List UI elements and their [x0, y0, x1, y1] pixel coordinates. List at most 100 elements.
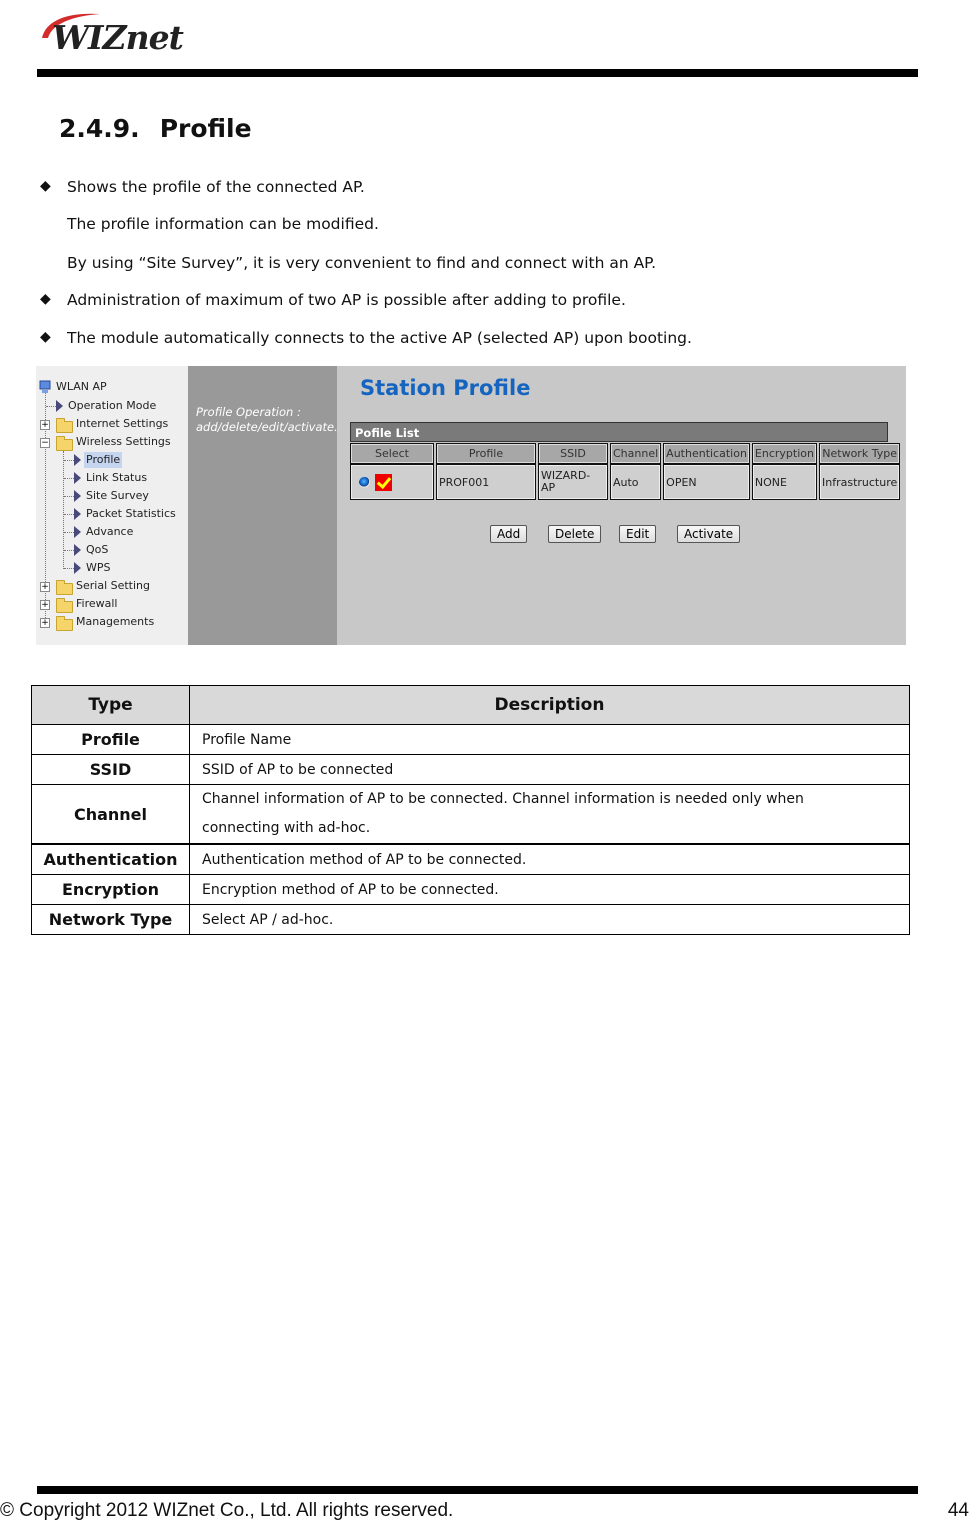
row-description: SSID of AP to be connected — [189, 754, 910, 785]
wiznet-logo: WIZnet — [38, 10, 198, 60]
station-profile-panel: Station Profile Pofile List Select Profi… — [337, 366, 906, 645]
page-arrow-icon — [74, 544, 81, 556]
page-arrow-icon — [74, 490, 81, 502]
tree-item-label: Serial Setting — [76, 579, 151, 592]
active-checkmark-icon — [375, 473, 392, 491]
table-row: Encryption Encryption method of AP to be… — [31, 874, 910, 905]
folder-icon — [56, 418, 73, 433]
hint-line: Profile Operation : — [196, 405, 301, 419]
profile-row[interactable]: PROF001 WIZARD- AP Auto OPEN NONE Infras… — [350, 464, 901, 500]
select-cell — [350, 464, 434, 500]
tree-item-wireless-settings[interactable]: Wireless Settings — [76, 434, 171, 450]
ssid-cell: WIZARD- AP — [538, 464, 608, 500]
bullet-text: By using “Site Survey”, it is very conve… — [67, 254, 657, 272]
operation-hint-panel: Profile Operation : add/delete/edit/acti… — [188, 366, 338, 645]
column-header-network-type: Network Type — [818, 443, 901, 464]
tree-line — [64, 568, 74, 569]
tree-line — [63, 451, 64, 569]
computer-icon — [39, 380, 51, 393]
page-arrow-icon — [74, 454, 81, 466]
tree-item-internet-settings[interactable]: Internet Settings — [76, 416, 168, 432]
page-arrow-icon — [56, 400, 63, 412]
logo-wordmark: WIZnet — [52, 18, 184, 57]
bullet-text: Shows the profile of the connected AP. — [67, 178, 365, 196]
expand-plus-icon[interactable]: + — [40, 618, 50, 628]
tree-item-firewall[interactable]: Firewall — [76, 596, 117, 612]
page-number: 44 — [947, 1500, 969, 1521]
station-profile-title: Station Profile — [360, 376, 531, 400]
expand-plus-icon[interactable]: + — [40, 600, 50, 610]
page-arrow-icon — [74, 472, 81, 484]
tree-item-label: Wireless Settings — [76, 435, 171, 448]
row-description-line: connecting with ad-hoc. — [202, 820, 371, 836]
delete-button[interactable]: Delete — [548, 525, 602, 543]
expand-plus-icon[interactable]: + — [40, 582, 50, 592]
column-header-encryption: Encryption — [751, 443, 817, 464]
collapse-minus-icon[interactable]: − — [40, 438, 50, 448]
page-arrow-icon — [74, 508, 81, 520]
tree-item-label: Site Survey — [86, 489, 149, 502]
row-type: Encryption — [31, 874, 190, 905]
table-row: Profile Profile Name — [31, 724, 910, 755]
tree-line — [64, 460, 74, 461]
channel-cell: Auto — [610, 464, 662, 500]
description-table: Type Description Profile Profile Name SS… — [31, 685, 910, 935]
profile-actions: Add Delete Edit Activate — [337, 525, 906, 545]
tree-item-managements[interactable]: Managements — [76, 614, 154, 630]
bullet-text: The profile information can be modified. — [67, 215, 379, 233]
profile-name-cell: PROF001 — [436, 464, 536, 500]
diamond-bullet-icon: ◆ — [40, 291, 51, 307]
diamond-bullet-icon: ◆ — [40, 178, 51, 194]
edit-button[interactable]: Edit — [619, 525, 657, 543]
row-type: Authentication — [31, 843, 190, 875]
folder-icon — [56, 598, 73, 613]
add-button[interactable]: Add — [490, 525, 528, 543]
header-description: Description — [189, 685, 910, 725]
tree-item-label: Profile — [84, 452, 123, 468]
tree-line — [64, 514, 74, 515]
tree-item-label: Link Status — [86, 471, 148, 484]
diamond-bullet-icon: ◆ — [40, 329, 51, 345]
profile-list-table: Select Profile SSID Channel Authenticati… — [348, 443, 902, 500]
tree-item-label: Internet Settings — [76, 417, 169, 430]
tree-item-serial-setting[interactable]: Serial Setting — [76, 578, 150, 594]
folder-open-icon — [56, 436, 73, 451]
network-type-cell: Infrastructure — [818, 464, 901, 500]
tree-item-label: WPS — [86, 561, 111, 574]
ssid-line: AP — [541, 481, 556, 494]
tree-line — [64, 478, 74, 479]
row-type: Channel — [31, 784, 190, 845]
encryption-cell: NONE — [751, 464, 817, 500]
description-table-header: Type Description — [31, 685, 910, 725]
tree-item-label: Firewall — [76, 597, 118, 610]
tree-line — [64, 550, 74, 551]
activate-button[interactable]: Activate — [677, 525, 741, 543]
navigation-tree: WLAN AP Operation Mode + Internet Settin… — [36, 366, 188, 645]
section-name: Profile — [159, 114, 252, 143]
row-type: SSID — [31, 754, 190, 785]
tree-item-label: Advance — [86, 525, 134, 538]
profile-list-header: Pofile List — [350, 422, 888, 442]
tree-line — [64, 496, 74, 497]
profile-select-radio[interactable] — [359, 476, 370, 488]
row-type: Network Type — [31, 904, 190, 935]
tree-root-label: WLAN AP — [56, 380, 107, 393]
section-number: 2.4.9. — [59, 114, 140, 143]
header-rule — [37, 69, 918, 77]
hint-line: add/delete/edit/activate. — [196, 420, 338, 434]
table-row: Authentication Authentication method of … — [31, 843, 910, 875]
page-arrow-icon — [74, 562, 81, 574]
tree-item-label: Managements — [76, 615, 155, 628]
folder-icon — [56, 580, 73, 595]
row-description: Authentication method of AP to be connec… — [189, 843, 910, 875]
expand-plus-icon[interactable]: + — [40, 420, 50, 430]
column-header-select: Select — [350, 443, 434, 464]
bullet-text: The module automatically connects to the… — [67, 329, 692, 347]
section-title: 2.4.9. Profile — [59, 114, 252, 143]
row-description-line: Channel information of AP to be connecte… — [202, 791, 804, 807]
copyright-text: © Copyright 2012 WIZnet Co., Ltd. All ri… — [0, 1500, 454, 1521]
table-row: SSID SSID of AP to be connected — [31, 754, 910, 785]
page-arrow-icon — [74, 526, 81, 538]
authentication-cell: OPEN — [663, 464, 750, 500]
footer-rule — [37, 1486, 918, 1494]
